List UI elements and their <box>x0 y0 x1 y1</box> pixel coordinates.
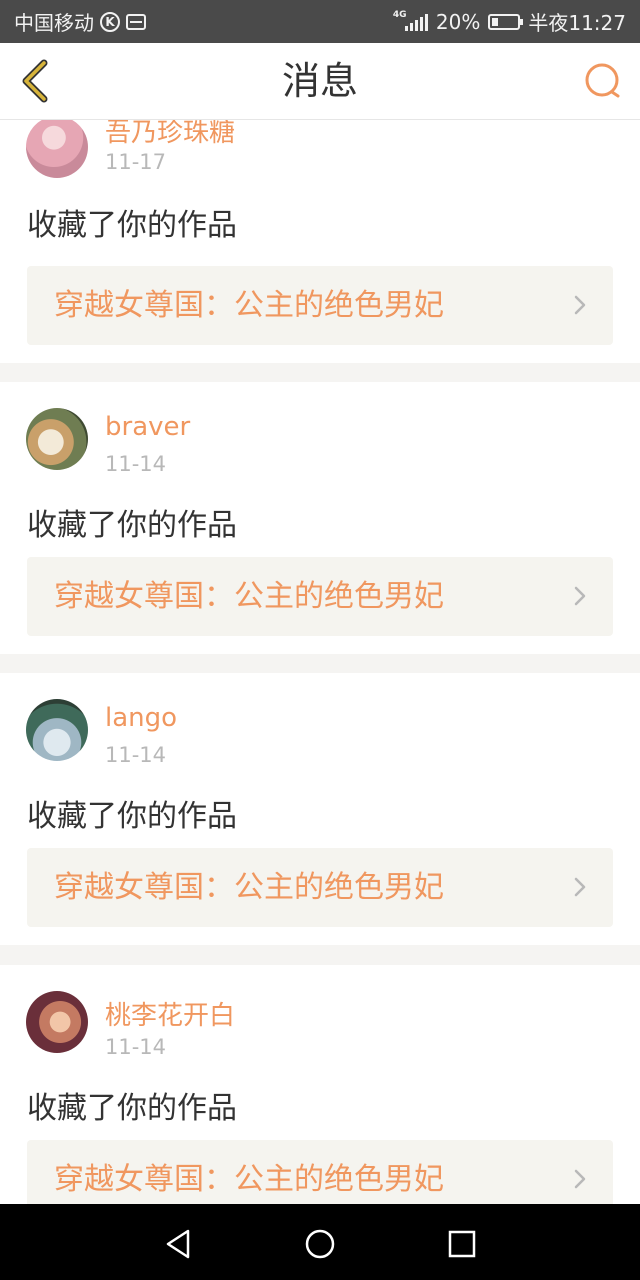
square-recents-icon[interactable] <box>444 1226 480 1262</box>
search-button[interactable] <box>582 59 626 103</box>
avatar[interactable] <box>26 991 88 1053</box>
header: 消息 <box>0 43 640 120</box>
notification-card: braver 11-14 收藏了你的作品 穿越女尊国：公主的绝色男妃 <box>0 382 640 654</box>
work-title: 穿越女尊国：公主的绝色男妃 <box>54 288 444 323</box>
notification-date: 11-14 <box>105 452 167 476</box>
page-title: 消息 <box>281 59 358 103</box>
circle-home-icon[interactable] <box>302 1226 338 1262</box>
avatar[interactable] <box>26 120 88 178</box>
work-title: 穿越女尊国：公主的绝色男妃 <box>54 1162 444 1197</box>
action-text: 收藏了你的作品 <box>27 508 237 543</box>
system-navigation-bar <box>0 1204 640 1280</box>
avatar[interactable] <box>26 699 88 761</box>
work-title: 穿越女尊国：公主的绝色男妃 <box>54 579 444 614</box>
work-link[interactable]: 穿越女尊国：公主的绝色男妃 <box>27 266 613 345</box>
notification-card: 桃李花开白 11-14 收藏了你的作品 穿越女尊国：公主的绝色男妃 <box>0 965 640 1204</box>
username[interactable]: braver <box>105 412 190 442</box>
notification-card: lango 11-14 收藏了你的作品 穿越女尊国：公主的绝色男妃 <box>0 673 640 945</box>
message-list[interactable]: 吾乃珍珠糖 11-17 收藏了你的作品 穿越女尊国：公主的绝色男妃 braver… <box>0 120 640 1204</box>
triangle-back-icon[interactable] <box>160 1226 196 1262</box>
screen: 中国移动 K 4G 20% 半夜11:27 消息 吾乃珍珠糖 11-17 收藏了… <box>0 0 640 1280</box>
clock: 半夜11:27 <box>528 11 626 35</box>
username[interactable]: lango <box>105 703 177 733</box>
battery-icon <box>488 13 524 30</box>
notification-date: 11-17 <box>105 150 167 174</box>
chevron-right-icon <box>574 877 586 897</box>
status-bar: 中国移动 K 4G 20% 半夜11:27 <box>0 0 640 43</box>
cellular-signal-icon: 4G <box>392 9 428 31</box>
work-link[interactable]: 穿越女尊国：公主的绝色男妃 <box>27 848 613 927</box>
notification-card: 吾乃珍珠糖 11-17 收藏了你的作品 穿越女尊国：公主的绝色男妃 <box>0 120 640 363</box>
notification-date: 11-14 <box>105 743 167 767</box>
action-text: 收藏了你的作品 <box>27 208 237 243</box>
work-title: 穿越女尊国：公主的绝色男妃 <box>54 870 444 905</box>
battery-percent: 20% <box>435 9 481 34</box>
action-text: 收藏了你的作品 <box>27 799 237 834</box>
action-text: 收藏了你的作品 <box>27 1091 237 1126</box>
username[interactable]: 桃李花开白 <box>105 995 235 1032</box>
avatar[interactable] <box>26 408 88 470</box>
network-type-label: 4G <box>392 9 407 20</box>
k-badge-icon: K <box>100 11 120 32</box>
notification-date: 11-14 <box>105 1035 167 1059</box>
work-link[interactable]: 穿越女尊国：公主的绝色男妃 <box>27 557 613 636</box>
chevron-right-icon <box>574 295 586 315</box>
username[interactable]: 吾乃珍珠糖 <box>105 120 235 149</box>
work-link[interactable]: 穿越女尊国：公主的绝色男妃 <box>27 1140 613 1204</box>
chevron-right-icon <box>574 1169 586 1189</box>
chevron-right-icon <box>574 586 586 606</box>
search-icon <box>585 63 620 98</box>
activity-monitor-icon <box>126 13 146 30</box>
carrier-label: 中国移动 <box>14 11 94 35</box>
